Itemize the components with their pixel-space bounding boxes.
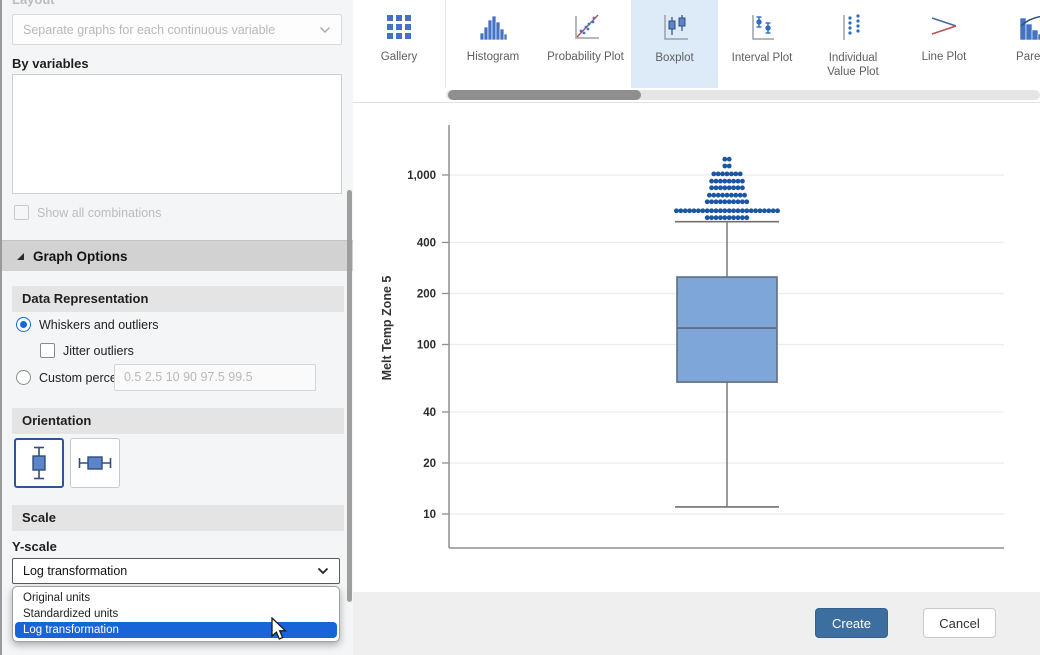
collapse-triangle-icon bbox=[16, 252, 25, 261]
layout-label: Layout bbox=[12, 0, 55, 7]
individual-value-plot-icon bbox=[841, 14, 865, 41]
sidebar-scrollbar[interactable] bbox=[347, 190, 352, 602]
interval-plot-button[interactable]: Interval Plot bbox=[721, 0, 803, 88]
gallery-label: Gallery bbox=[381, 50, 417, 64]
option-standardized-units[interactable]: Standardized units bbox=[13, 606, 339, 622]
probability-plot-label: Probability Plot bbox=[547, 50, 624, 64]
y-scale-select-value: Log transformation bbox=[23, 564, 317, 578]
create-button[interactable]: Create bbox=[815, 608, 888, 638]
jitter-outliers-checkbox[interactable]: Jitter outliers bbox=[40, 343, 134, 358]
boxplot-label: Boxplot bbox=[655, 51, 693, 65]
graph-options-header[interactable]: Graph Options bbox=[2, 240, 353, 271]
checkbox-icon bbox=[40, 343, 55, 358]
gallery-scrollbar bbox=[353, 88, 1040, 103]
layout-select[interactable]: Separate graphs for each continuous vari… bbox=[12, 14, 342, 45]
show-all-combinations-label: Show all combinations bbox=[37, 206, 161, 220]
gallery-toolbar: Gallery Histogram Probability Plot bbox=[353, 0, 1040, 88]
pareto-icon bbox=[1018, 14, 1040, 40]
mouse-cursor bbox=[268, 617, 288, 641]
boxplot-button[interactable]: Boxplot bbox=[631, 0, 718, 88]
options-panel: Layout Separate graphs for each continuo… bbox=[0, 0, 353, 655]
data-representation-header: Data Representation bbox=[12, 286, 344, 312]
graph-preview-pane: Gallery Histogram Probability Plot bbox=[353, 0, 1040, 655]
histogram-button[interactable]: Histogram bbox=[453, 0, 533, 88]
svg-text:40: 40 bbox=[423, 407, 436, 419]
whiskers-outliers-radio[interactable]: Whiskers and outliers bbox=[16, 317, 159, 332]
vertical-boxplot-icon bbox=[25, 446, 53, 480]
svg-text:400: 400 bbox=[417, 237, 436, 249]
histogram-icon bbox=[479, 14, 507, 40]
radio-unselected-icon bbox=[16, 370, 31, 385]
show-all-combinations-checkbox[interactable]: Show all combinations bbox=[14, 205, 161, 220]
line-plot-label: Line Plot bbox=[922, 50, 967, 64]
svg-text:20: 20 bbox=[423, 458, 436, 470]
radio-selected-icon bbox=[16, 317, 31, 332]
graph-builder-dialog: Layout Separate graphs for each continuo… bbox=[0, 0, 1040, 655]
graph-options-title: Graph Options bbox=[33, 249, 128, 264]
histogram-label: Histogram bbox=[467, 50, 519, 64]
cancel-button[interactable]: Cancel bbox=[923, 608, 996, 638]
y-scale-label: Y-scale bbox=[12, 539, 57, 554]
individual-value-plot-label: Individual Value Plot bbox=[813, 51, 893, 80]
boxplot-chart: 10 20 40 100 200 400 1,000 Melt Temp Zone 5 bbox=[353, 103, 1040, 592]
scrollbar-thumb[interactable] bbox=[448, 90, 641, 100]
grid-icon bbox=[386, 14, 412, 40]
option-log-transformation[interactable]: Log transformation bbox=[15, 622, 337, 638]
chevron-down-icon bbox=[319, 26, 331, 34]
whiskers-outliers-label: Whiskers and outliers bbox=[39, 318, 159, 332]
line-plot-button[interactable]: Line Plot bbox=[903, 0, 985, 88]
pareto-label: Pareto bbox=[1016, 50, 1040, 64]
orientation-horizontal-button[interactable] bbox=[70, 438, 120, 488]
option-original-units[interactable]: Original units bbox=[13, 590, 339, 606]
y-scale-dropdown-list: Original units Standardized units Log tr… bbox=[12, 586, 340, 642]
by-variables-listbox[interactable] bbox=[12, 74, 342, 194]
orientation-vertical-button[interactable] bbox=[14, 438, 64, 488]
layout-select-value: Separate graphs for each continuous vari… bbox=[23, 23, 319, 37]
individual-value-plot-button[interactable]: Individual Value Plot bbox=[805, 0, 901, 88]
orientation-header: Orientation bbox=[12, 408, 344, 434]
horizontal-boxplot-icon bbox=[78, 449, 112, 477]
pareto-button[interactable]: Pareto bbox=[993, 0, 1040, 88]
interval-plot-label: Interval Plot bbox=[732, 51, 793, 65]
dialog-footer: Create Cancel bbox=[353, 592, 1040, 655]
interval-plot-icon bbox=[749, 14, 775, 41]
scale-header: Scale bbox=[12, 505, 344, 531]
custom-percentiles-input[interactable]: 0.5 2.5 10 90 97.5 99.5 bbox=[114, 364, 316, 391]
checkbox-icon bbox=[14, 205, 29, 220]
svg-text:1,000: 1,000 bbox=[407, 170, 436, 182]
svg-text:100: 100 bbox=[417, 340, 436, 352]
svg-text:200: 200 bbox=[417, 288, 436, 300]
svg-text:10: 10 bbox=[423, 509, 436, 521]
jitter-outliers-label: Jitter outliers bbox=[63, 344, 134, 358]
probability-plot-icon bbox=[572, 14, 600, 40]
y-axis-label: Melt Temp Zone 5 bbox=[380, 276, 394, 381]
probability-plot-button[interactable]: Probability Plot bbox=[538, 0, 633, 88]
y-scale-select[interactable]: Log transformation bbox=[12, 558, 340, 584]
by-variables-label: By variables bbox=[12, 56, 89, 71]
chevron-down-icon bbox=[317, 567, 329, 575]
gallery-button[interactable]: Gallery bbox=[353, 0, 446, 88]
boxplot-icon bbox=[661, 14, 689, 41]
line-plot-icon bbox=[930, 14, 958, 40]
